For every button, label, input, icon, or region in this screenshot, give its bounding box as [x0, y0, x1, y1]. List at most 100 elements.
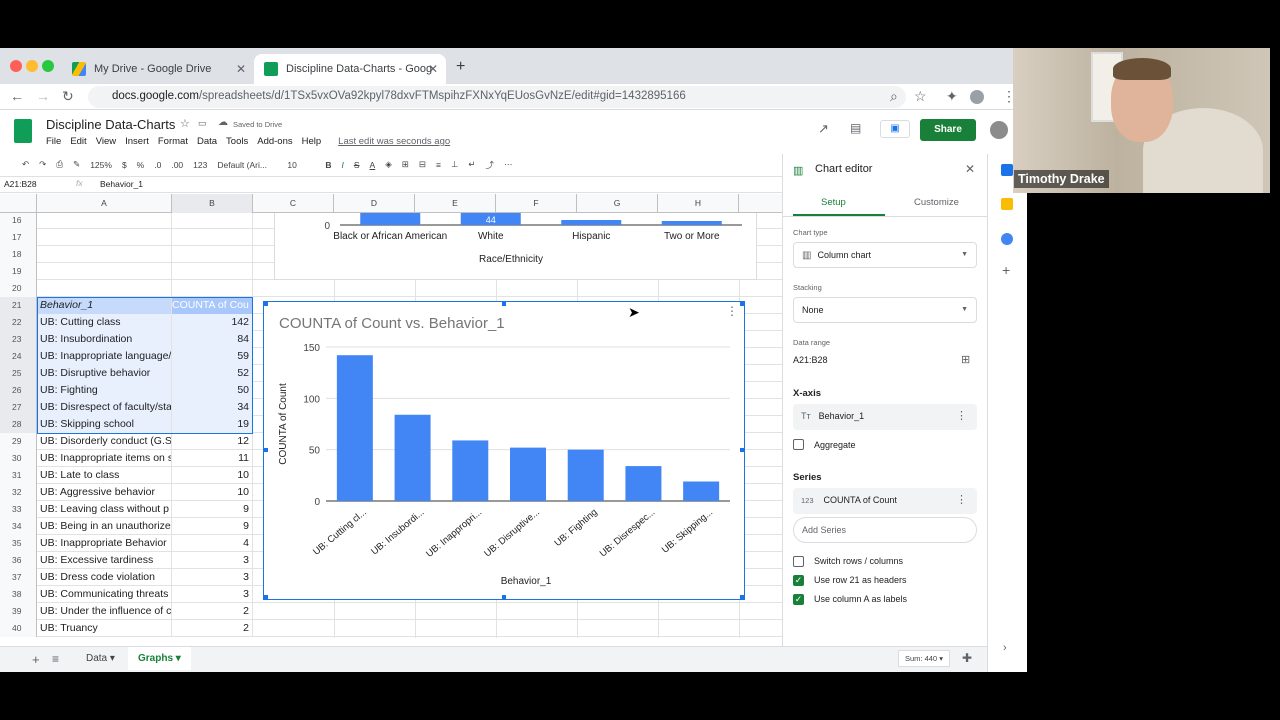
- column-header-h[interactable]: H: [658, 194, 739, 213]
- cell-a[interactable]: UB: Disruptive behavior: [37, 365, 172, 382]
- cell-a[interactable]: UB: Skipping school: [37, 416, 172, 433]
- tab-setup[interactable]: Setup: [821, 197, 846, 208]
- row-number[interactable]: 31: [0, 467, 37, 484]
- explore-trend-icon[interactable]: ↗: [818, 121, 829, 137]
- explore-icon[interactable]: ✚: [962, 651, 972, 665]
- row-number[interactable]: 30: [0, 450, 37, 467]
- row-number[interactable]: 29: [0, 433, 37, 450]
- cell-a[interactable]: UB: Aggressive behavior: [37, 484, 172, 501]
- cell-b[interactable]: 3: [172, 569, 253, 586]
- cell-b[interactable]: 4: [172, 535, 253, 552]
- use-column-labels-checkbox[interactable]: ✓: [793, 594, 804, 605]
- name-box[interactable]: A21:B28: [4, 179, 37, 189]
- cell-a[interactable]: Behavior_1: [37, 297, 172, 314]
- row-number[interactable]: 39: [0, 603, 37, 620]
- column-header-f[interactable]: F: [496, 194, 577, 213]
- cell-a[interactable]: [37, 246, 172, 263]
- add-series-button[interactable]: Add Series: [793, 517, 977, 543]
- maximize-window-button[interactable]: [42, 60, 54, 72]
- more-formats-button[interactable]: 123: [193, 160, 207, 170]
- column-header-a[interactable]: A: [37, 194, 172, 213]
- select-all-corner[interactable]: [0, 194, 37, 213]
- menu-edit[interactable]: Edit: [70, 136, 86, 147]
- cell-a[interactable]: [37, 229, 172, 246]
- keep-icon[interactable]: [1001, 198, 1013, 210]
- bookmark-star-icon[interactable]: ☆: [914, 88, 927, 105]
- cell-b[interactable]: [172, 213, 253, 229]
- cell-b[interactable]: 59: [172, 348, 253, 365]
- select-range-icon[interactable]: ⊞: [961, 353, 970, 366]
- cell-a[interactable]: UB: Excessive tardiness: [37, 552, 172, 569]
- xaxis-field[interactable]: Tт Behavior_1 ⋮: [793, 404, 977, 430]
- undo-icon[interactable]: ↶: [22, 159, 29, 170]
- close-window-button[interactable]: [10, 60, 22, 72]
- profile-avatar[interactable]: [970, 90, 984, 104]
- cell-a[interactable]: UB: Disorderly conduct (G.S: [37, 433, 172, 450]
- aggregate-checkbox[interactable]: [793, 439, 804, 450]
- chart-menu-icon[interactable]: ⋮: [726, 304, 738, 318]
- menu-format[interactable]: Format: [158, 136, 188, 147]
- row-number[interactable]: 16: [0, 213, 37, 229]
- close-tab-icon[interactable]: ✕: [236, 62, 246, 76]
- race-ethnicity-chart[interactable]: 0 Black or African American White 44 Hispani…: [274, 213, 757, 280]
- row-number[interactable]: 34: [0, 518, 37, 535]
- cell-a[interactable]: UB: Late to class: [37, 467, 172, 484]
- wrap-icon[interactable]: ↵: [468, 159, 475, 170]
- cell-b[interactable]: COUNTA of Cou: [172, 297, 253, 314]
- row-number[interactable]: 18: [0, 246, 37, 263]
- switch-rows-columns-checkbox[interactable]: [793, 556, 804, 567]
- column-header-b[interactable]: B: [172, 194, 253, 213]
- back-icon[interactable]: ←: [10, 88, 24, 104]
- cell-a[interactable]: UB: Being in an unauthorize: [37, 518, 172, 535]
- row-number[interactable]: 20: [0, 280, 37, 297]
- column-header-d[interactable]: D: [334, 194, 415, 213]
- calendar-icon[interactable]: [1001, 164, 1013, 176]
- cell-a[interactable]: UB: Fighting: [37, 382, 172, 399]
- all-sheets-icon[interactable]: ≡: [52, 652, 59, 666]
- tab-customize[interactable]: Customize: [914, 197, 959, 208]
- zoom-select[interactable]: 125%: [90, 160, 112, 170]
- italic-icon[interactable]: I: [341, 160, 343, 170]
- data-range-value[interactable]: A21:B28: [793, 355, 828, 365]
- row-number[interactable]: 35: [0, 535, 37, 552]
- redo-icon[interactable]: ↷: [39, 159, 46, 170]
- menu-file[interactable]: File: [46, 136, 61, 147]
- row-number[interactable]: 24: [0, 348, 37, 365]
- column-header-c[interactable]: C: [253, 194, 334, 213]
- move-folder-icon[interactable]: ▭: [198, 118, 207, 129]
- minimize-window-button[interactable]: [26, 60, 38, 72]
- close-editor-icon[interactable]: ✕: [965, 162, 975, 176]
- sheet-tab-data[interactable]: Data ▾: [76, 649, 125, 668]
- row-number[interactable]: 27: [0, 399, 37, 416]
- cell-b[interactable]: 52: [172, 365, 253, 382]
- share-button[interactable]: Share: [920, 119, 976, 141]
- add-sheet-icon[interactable]: +: [32, 652, 40, 667]
- cell-b[interactable]: 2: [172, 603, 253, 620]
- row-number[interactable]: 32: [0, 484, 37, 501]
- row-number[interactable]: 22: [0, 314, 37, 331]
- paint-format-icon[interactable]: ✎: [73, 159, 80, 170]
- cell-b[interactable]: 19: [172, 416, 253, 433]
- cell-b[interactable]: 3: [172, 552, 253, 569]
- present-icon[interactable]: ▣: [880, 120, 910, 138]
- spreadsheet-grid[interactable]: 16 17 18 19 20 21 Behavior_1 COUNTA of Cou 22 UB:…: [0, 213, 782, 638]
- cell-a[interactable]: UB: Disrespect of faculty/sta: [37, 399, 172, 416]
- decrease-decimal-button[interactable]: .0: [154, 160, 161, 170]
- use-row-headers-checkbox[interactable]: ✓: [793, 575, 804, 586]
- menu-addons[interactable]: Add-ons: [257, 136, 292, 147]
- row-number[interactable]: 19: [0, 263, 37, 280]
- cell-b[interactable]: 3: [172, 586, 253, 603]
- cell-b[interactable]: [172, 229, 253, 246]
- cell-a[interactable]: UB: Inappropriate items on s: [37, 450, 172, 467]
- row-number[interactable]: 25: [0, 365, 37, 382]
- cell-a[interactable]: [37, 213, 172, 229]
- menu-insert[interactable]: Insert: [125, 136, 149, 147]
- cell-a[interactable]: UB: Communicating threats: [37, 586, 172, 603]
- cell-a[interactable]: UB: Insubordination: [37, 331, 172, 348]
- cell-b[interactable]: 11: [172, 450, 253, 467]
- more-icon[interactable]: ⋯: [504, 159, 513, 170]
- star-icon[interactable]: ☆: [180, 117, 190, 130]
- close-tab-icon[interactable]: ✕: [428, 62, 438, 76]
- comments-icon[interactable]: ▤: [850, 121, 861, 135]
- cell-b[interactable]: 9: [172, 501, 253, 518]
